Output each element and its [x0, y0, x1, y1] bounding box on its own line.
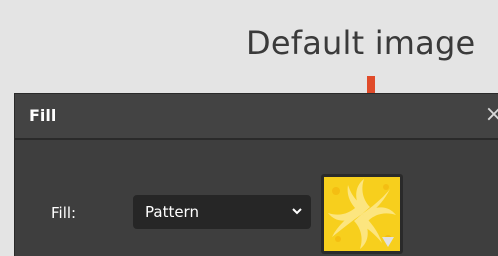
chevron-down-icon: [292, 208, 302, 215]
pattern-swirl-image: [324, 177, 400, 251]
pattern-picker[interactable]: [321, 174, 403, 254]
close-icon[interactable]: ×: [485, 102, 498, 127]
fill-type-select[interactable]: Pattern: [133, 195, 311, 229]
fill-label: Fill:: [51, 204, 77, 222]
fill-dialog: Fill × Fill: Pattern: [14, 93, 498, 256]
fill-type-value: Pattern: [145, 203, 199, 221]
dialog-title: Fill: [29, 106, 57, 125]
annotation-label: Default image: [246, 24, 476, 62]
dialog-titlebar: Fill ×: [15, 94, 498, 140]
